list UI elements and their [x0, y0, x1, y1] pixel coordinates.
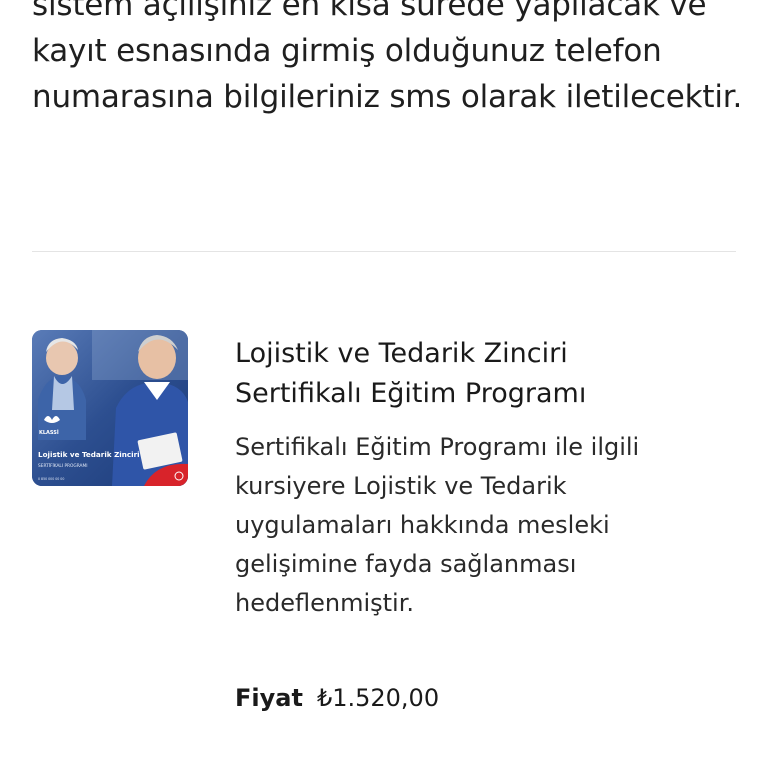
product-price: Fiyat ₺1.520,00: [235, 682, 439, 714]
section-divider: [32, 251, 736, 252]
price-value: ₺1.520,00: [316, 684, 440, 712]
svg-text:SERTİFİKALI PROGRAMI: SERTİFİKALI PROGRAMI: [38, 462, 87, 469]
image-heading: Lojistik ve Tedarik Zinciri: [38, 450, 140, 459]
product-title[interactable]: Lojistik ve Tedarik Zinciri Sertifikalı …: [235, 334, 665, 414]
product-image-art: KLASSİ Lojistik ve Tedarik Zinciri SERTİ…: [32, 330, 188, 486]
page: sistem açılışınız en kısa sürede yapılac…: [0, 0, 768, 768]
svg-text:KLASSİ: KLASSİ: [39, 429, 59, 436]
product-info: Lojistik ve Tedarik Zinciri Sertifikalı …: [235, 334, 735, 623]
price-label: Fiyat: [235, 684, 303, 712]
svg-text:0 850 000 00 00: 0 850 000 00 00: [38, 477, 64, 481]
product-image[interactable]: KLASSİ Lojistik ve Tedarik Zinciri SERTİ…: [32, 330, 188, 486]
product-description: Sertifikalı Eğitim Programı ile ilgili k…: [235, 433, 640, 617]
info-paragraph: sistem açılışınız en kısa sürede yapılac…: [32, 0, 743, 115]
